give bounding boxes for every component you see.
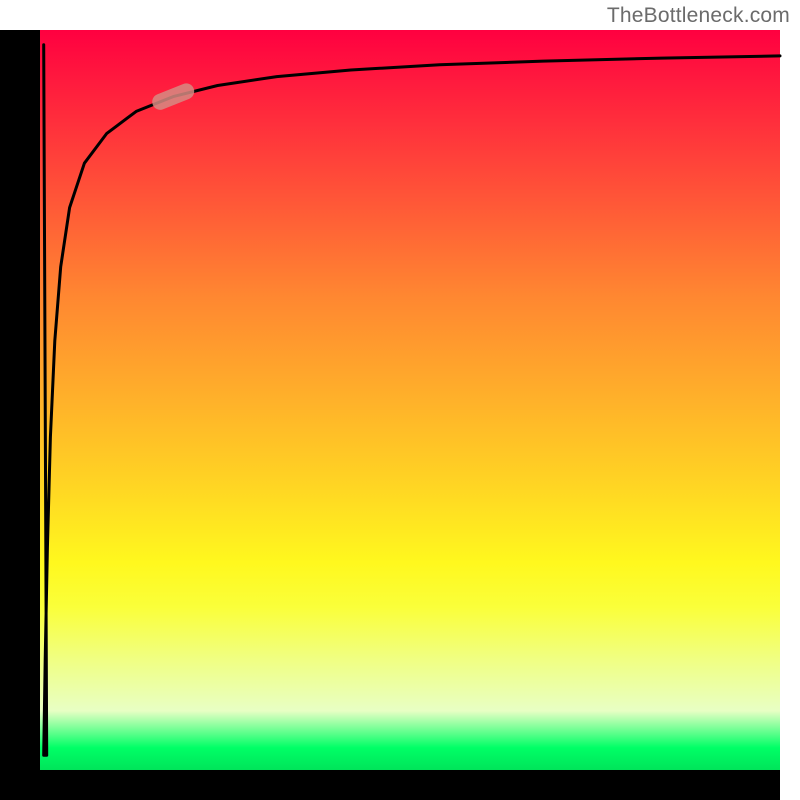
curve-layer (40, 30, 780, 770)
bottleneck-curve (44, 45, 780, 755)
plot-area (40, 30, 780, 770)
x-axis (0, 770, 780, 800)
y-axis (0, 30, 40, 770)
watermark-text: TheBottleneck.com (607, 4, 790, 28)
chart-frame: TheBottleneck.com (0, 0, 800, 800)
highlight-marker (150, 81, 197, 112)
